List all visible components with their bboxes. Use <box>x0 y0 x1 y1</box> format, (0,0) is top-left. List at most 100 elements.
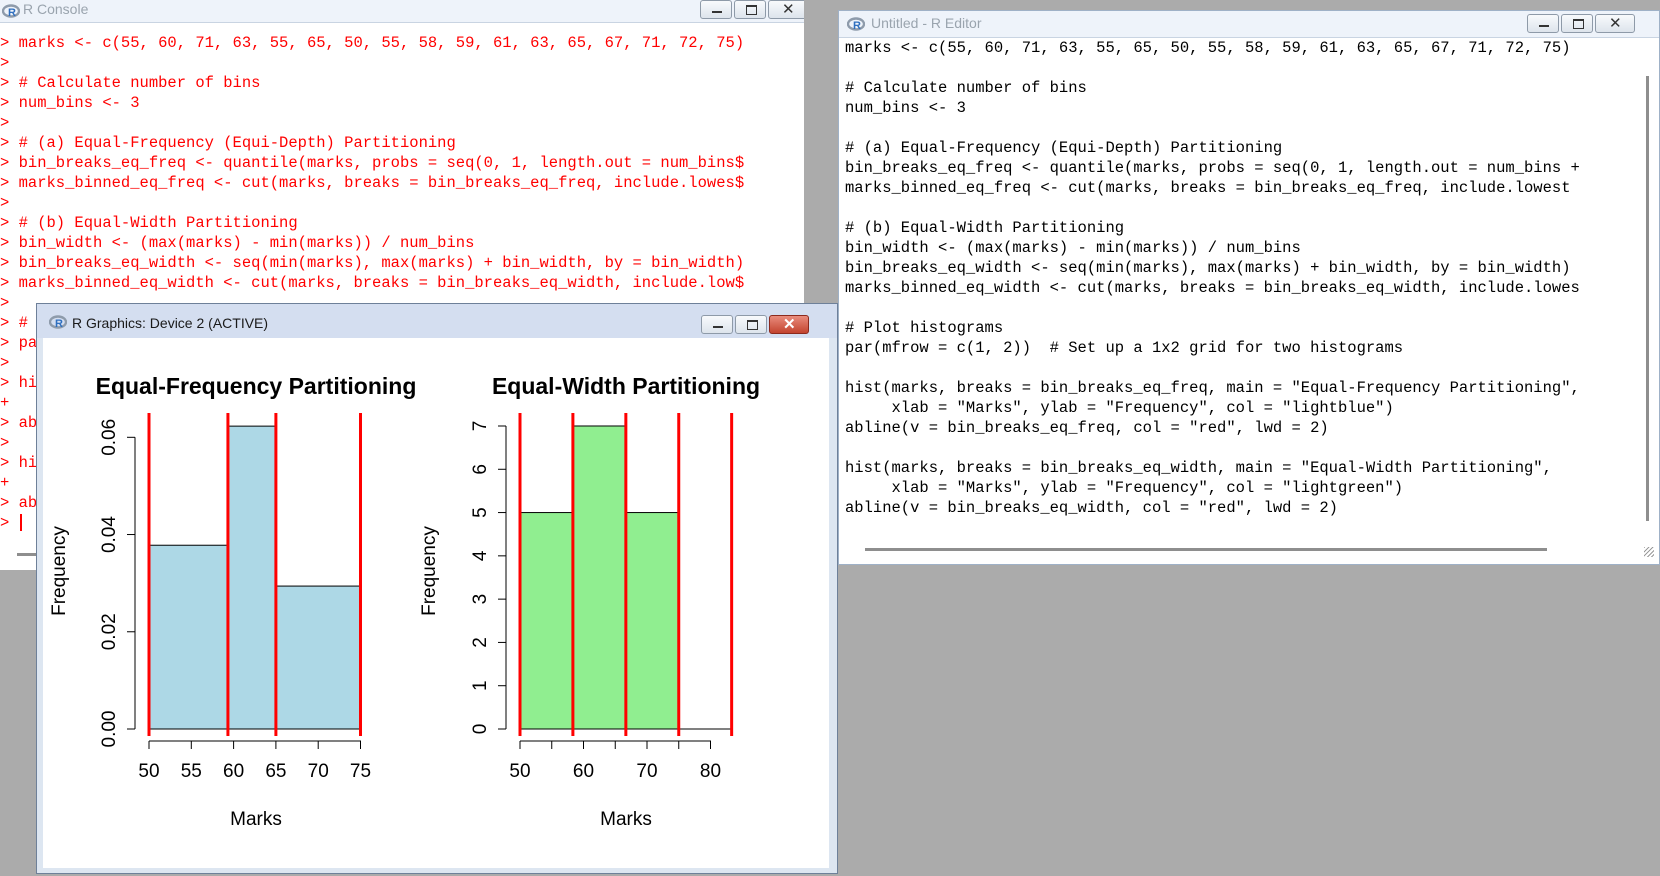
histogram-bar <box>275 585 361 730</box>
histogram-bar <box>625 512 680 730</box>
editor-line: marks_binned_eq_width <- cut(marks, brea… <box>845 279 1580 297</box>
editor-line: hist(marks, breaks = bin_breaks_eq_width… <box>845 459 1552 477</box>
svg-text:R: R <box>8 7 16 18</box>
editor-line: xlab = "Marks", ylab = "Frequency", col … <box>845 399 1394 417</box>
r-editor-title: Untitled - R Editor <box>871 15 982 31</box>
histogram-plots: Equal-Frequency Partitioning50 55 60 65 70 75… <box>49 373 760 830</box>
editor-line: abline(v = bin_breaks_eq_freq, col = "re… <box>845 419 1329 437</box>
y-tick-label: 0.04 <box>99 516 120 553</box>
svg-text:R: R <box>55 318 63 329</box>
y-tick-label: 0 <box>470 724 491 735</box>
y-tick-label: 1 <box>470 680 491 691</box>
maximize-icon <box>1573 19 1584 29</box>
x-tick-label: 50 <box>138 761 159 782</box>
editor-text-area[interactable]: marks <- c(55, 60, 71, 63, 55, 65, 50, 5… <box>845 38 1580 518</box>
r-editor-window: R Untitled - R Editor ✕ marks <- c(55, 6… <box>838 10 1660 565</box>
console-line: > <box>0 54 10 72</box>
plot-area: Equal-Frequency Partitioning 50 55 60 65 70 75… <box>43 338 829 868</box>
x-tick-label: 65 <box>265 761 286 782</box>
close-icon: ✕ <box>782 1 795 18</box>
x-axis-label: Marks <box>230 809 282 830</box>
editor-line: marks <- c(55, 60, 71, 63, 55, 65, 50, 5… <box>845 39 1571 57</box>
r-logo-icon: R <box>2 4 20 18</box>
editor-line: bin_width <- (max(marks) - min(marks)) /… <box>845 239 1301 257</box>
y-tick-label: 0.06 <box>99 419 120 456</box>
x-axis-label: Marks <box>600 809 652 830</box>
console-line: > marks_binned_eq_freq <- cut(marks, bre… <box>0 174 745 192</box>
maximize-button[interactable] <box>734 0 766 19</box>
minimize-icon <box>712 11 722 13</box>
console-line: > bin_width <- (max(marks) - min(marks))… <box>0 234 475 252</box>
chart-title: Equal-Frequency Partitioning <box>96 373 417 399</box>
r-logo-icon: R <box>49 315 67 329</box>
editor-horizontal-scrollbar[interactable] <box>865 548 1547 551</box>
y-tick-label: 5 <box>470 507 491 518</box>
console-line: > bin_breaks_eq_width <- seq(min(marks),… <box>0 254 745 272</box>
r-graphics-title: R Graphics: Device 2 (ACTIVE) <box>72 315 269 331</box>
maximize-icon <box>746 5 757 15</box>
editor-line: abline(v = bin_breaks_eq_width, col = "r… <box>845 499 1338 517</box>
y-tick-label: 0.02 <box>99 613 120 650</box>
editor-line: par(mfrow = c(1, 2)) # Set up a 1x2 grid… <box>845 339 1404 357</box>
y-tick-label: 2 <box>470 637 491 648</box>
editor-line: # Plot histograms <box>845 319 1004 337</box>
editor-line: # (a) Equal-Frequency (Equi-Depth) Parti… <box>845 139 1283 157</box>
y-tick-label: 4 <box>470 550 491 561</box>
r-editor-titlebar[interactable]: R Untitled - R Editor ✕ <box>839 11 1659 38</box>
r-graphics-window: R R Graphics: Device 2 (ACTIVE) ✕ Equal-… <box>36 303 838 874</box>
console-line: > # (b) Equal-Width Partitioning <box>0 214 298 232</box>
editor-line: # Calculate number of bins <box>845 79 1087 97</box>
console-line: > num_bins <- 3 <box>0 94 140 112</box>
y-axis-label: Frequency <box>419 526 440 616</box>
r-logo-icon: R <box>847 17 865 31</box>
console-line: > bin_breaks_eq_freq <- quantile(marks, … <box>0 154 745 172</box>
r-console-titlebar[interactable]: R R Console ✕ <box>0 0 804 23</box>
maximize-button[interactable] <box>1561 14 1593 33</box>
histogram-bar <box>227 425 277 730</box>
y-tick-label: 6 <box>470 464 491 475</box>
minimize-icon <box>1539 25 1549 27</box>
console-line: > <box>0 194 10 212</box>
x-tick-label: 60 <box>573 761 594 782</box>
r-graphics-titlebar[interactable]: R R Graphics: Device 2 (ACTIVE) ✕ <box>37 304 837 338</box>
console-line: > <box>0 114 10 132</box>
console-horizontal-scrollbar[interactable] <box>17 553 37 556</box>
console-line: > # (a) Equal-Frequency (Equi-Depth) Par… <box>0 134 456 152</box>
x-tick-label: 55 <box>181 761 202 782</box>
maximize-button[interactable] <box>735 315 767 334</box>
x-tick-label: 60 <box>223 761 244 782</box>
y-tick-label: 3 <box>470 594 491 605</box>
editor-line: bin_breaks_eq_width <- seq(min(marks), m… <box>845 259 1571 277</box>
console-cursor <box>20 514 22 531</box>
minimize-icon <box>713 326 723 328</box>
close-icon: ✕ <box>1609 15 1622 32</box>
maximize-icon <box>747 320 758 330</box>
histogram-bar <box>148 544 229 730</box>
editor-line: num_bins <- 3 <box>845 99 966 117</box>
histogram-bar <box>519 512 574 730</box>
histogram-bar <box>572 425 627 730</box>
x-tick-label: 80 <box>700 761 721 782</box>
y-tick-label: 0.00 <box>99 711 120 748</box>
r-console-title: R Console <box>23 1 89 17</box>
chart-title: Equal-Width Partitioning <box>492 373 760 399</box>
console-line: > marks_binned_eq_width <- cut(marks, br… <box>0 274 745 292</box>
minimize-button[interactable] <box>1527 14 1559 33</box>
x-tick-label: 70 <box>636 761 657 782</box>
y-tick-label: 7 <box>470 421 491 432</box>
close-button[interactable]: ✕ <box>769 315 809 334</box>
editor-vertical-scrollbar[interactable] <box>1646 76 1649 521</box>
editor-line: # (b) Equal-Width Partitioning <box>845 219 1125 237</box>
minimize-button[interactable] <box>700 0 732 19</box>
minimize-button[interactable] <box>701 315 733 334</box>
close-button[interactable]: ✕ <box>1595 14 1635 33</box>
resize-grip-icon[interactable] <box>1644 547 1654 557</box>
x-tick-label: 70 <box>308 761 329 782</box>
close-button[interactable]: ✕ <box>768 0 804 19</box>
svg-text:R: R <box>853 20 861 31</box>
